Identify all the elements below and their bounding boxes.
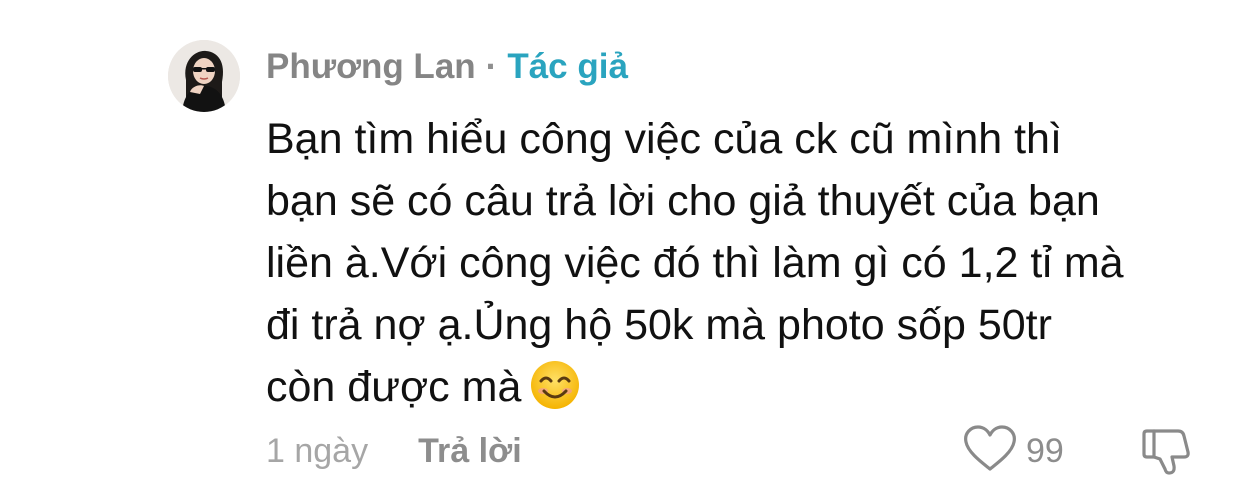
thumbs-down-icon[interactable] [1138,424,1192,478]
comment-text-line: liền à.Với công việc đó thì làm gì có 1,… [266,239,1124,287]
avatar[interactable] [168,40,240,112]
author-badge: Tác giả [507,47,628,86]
reply-button[interactable]: Trả lời [418,432,522,471]
comment-footer: 1 ngày Trả lời [266,428,522,474]
like-count: 99 [1026,431,1064,470]
comment-item: Phương Lan · Tác giả Bạn tìm hiểu công v… [0,0,1242,499]
timestamp: 1 ngày [266,431,369,470]
comment-text-line-last: còn được mà [266,356,1226,418]
like-button[interactable]: 99 [962,424,1064,479]
separator-dot: · [485,47,498,86]
comment-text: Bạn tìm hiểu công việc của ck cũ mình th… [266,108,1226,418]
comment-header: Phương Lan · Tác giả [266,44,628,90]
author-name[interactable]: Phương Lan [266,47,476,87]
comment-text-line: bạn sẽ có câu trả lời cho giả thuyết của… [266,177,1100,225]
comment-text-line: Bạn tìm hiểu công việc của ck cũ mình th… [266,115,1062,163]
smiling-face-emoji [529,359,581,411]
heart-icon[interactable] [962,424,1018,479]
comment-text-line: đi trả nợ ạ.Ủng hộ 50k mà photo sốp 50tr [266,301,1052,349]
comment-text-line: còn được mà [266,363,522,411]
